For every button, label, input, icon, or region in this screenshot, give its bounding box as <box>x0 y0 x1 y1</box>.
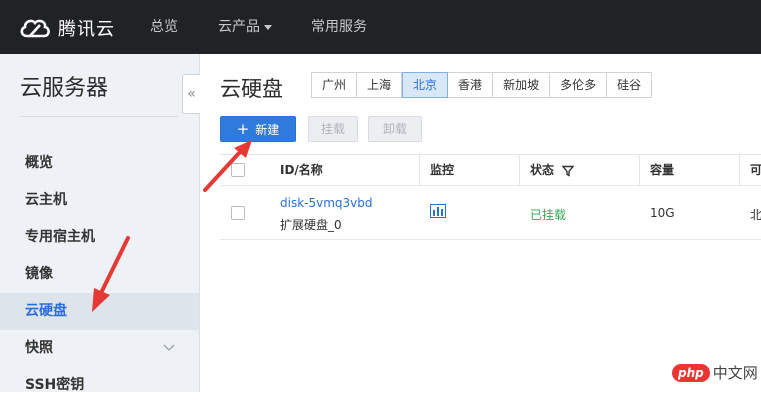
column-divider <box>519 155 520 185</box>
brand-logo[interactable]: 腾讯云 <box>18 14 115 42</box>
table-header: ID/名称 监控 状态 容量 可 <box>220 154 761 186</box>
filter-icon[interactable] <box>561 165 575 177</box>
site-watermark: php 中文网 <box>672 362 758 383</box>
sidebar-item-cloud-disk[interactable]: 云硬盘 <box>0 293 199 330</box>
page-title: 云硬盘 <box>220 77 283 101</box>
mount-button[interactable]: 挂载 <box>308 116 358 142</box>
collapse-sidebar-icon[interactable]: « <box>182 74 200 114</box>
new-button-label: 新建 <box>255 123 280 137</box>
nav-products-label: 云产品 <box>218 19 260 35</box>
main-content: 云硬盘 广州 上海 北京 香港 新加坡 多伦多 硅谷 + 新建 挂载 卸载 ID/… <box>200 54 761 392</box>
top-navbar: 腾讯云 总览 云产品 常用服务 <box>0 0 761 54</box>
sidebar-title: 云服务器 <box>20 76 109 101</box>
region-tab-shanghai[interactable]: 上海 <box>357 73 403 97</box>
col-capacity: 容量 <box>650 163 675 177</box>
col-more: 可 <box>750 163 761 177</box>
region-tab-singapore[interactable]: 新加坡 <box>493 73 551 97</box>
region-tab-guangzhou[interactable]: 广州 <box>312 73 358 97</box>
column-divider <box>419 155 420 185</box>
col-monitor: 监控 <box>430 163 455 177</box>
row-checkbox[interactable] <box>231 206 245 220</box>
nav-common-services[interactable]: 常用服务 <box>311 0 367 54</box>
col-id-name: ID/名称 <box>280 163 323 177</box>
region-tab-toronto[interactable]: 多伦多 <box>550 73 608 97</box>
col-status-label: 状态 <box>530 163 555 177</box>
column-divider <box>739 155 740 185</box>
caret-down-icon <box>264 24 272 30</box>
sidebar-item-dedicated-host[interactable]: 专用宿主机 <box>0 219 199 256</box>
region-tab-siliconvalley[interactable]: 硅谷 <box>607 73 652 97</box>
watermark-badge: php <box>672 363 710 382</box>
monitor-chart-icon[interactable] <box>430 204 446 221</box>
disk-capacity: 10G <box>650 206 675 220</box>
sidebar-item-overview[interactable]: 概览 <box>0 145 199 182</box>
region-tab-hongkong[interactable]: 香港 <box>448 73 494 97</box>
sidebar-item-cvm[interactable]: 云主机 <box>0 182 199 219</box>
watermark-text: 中文网 <box>712 364 758 382</box>
unmount-button[interactable]: 卸载 <box>368 116 422 142</box>
sidebar-item-image[interactable]: 镜像 <box>0 256 199 293</box>
col-status: 状态 <box>530 155 575 185</box>
table-row: disk-5vmq3vbd 扩展硬盘_0 已挂载 10G 北 <box>220 186 761 240</box>
disk-name: 扩展硬盘_0 <box>280 218 342 232</box>
disk-id-link[interactable]: disk-5vmq3vbd <box>280 196 373 210</box>
sidebar-divider <box>20 116 178 117</box>
select-all-checkbox[interactable] <box>231 163 245 177</box>
region-tab-beijing[interactable]: 北京 <box>402 72 449 98</box>
cloud-logo-icon <box>20 19 50 38</box>
column-divider <box>639 155 640 185</box>
brand-name: 腾讯云 <box>58 19 115 40</box>
new-disk-button[interactable]: + 新建 <box>220 116 296 142</box>
nav-products[interactable]: 云产品 <box>218 0 272 54</box>
sidebar-item-snapshot[interactable]: 快照 <box>0 330 199 367</box>
disk-extra: 北 <box>750 208 761 222</box>
sidebar-item-ssh-key[interactable]: SSH密钥 <box>0 367 199 404</box>
status-badge: 已挂载 <box>530 208 567 222</box>
sidebar-item-label: 快照 <box>25 340 53 356</box>
chevron-down-icon <box>163 330 175 367</box>
region-tabs: 广州 上海 北京 香港 新加坡 多伦多 硅谷 <box>311 72 653 98</box>
sidebar: 云服务器 « 概览 云主机 专用宿主机 镜像 云硬盘 快照 SSH密钥 <box>0 54 200 393</box>
plus-icon: + <box>236 120 250 138</box>
nav-overview[interactable]: 总览 <box>150 0 178 54</box>
